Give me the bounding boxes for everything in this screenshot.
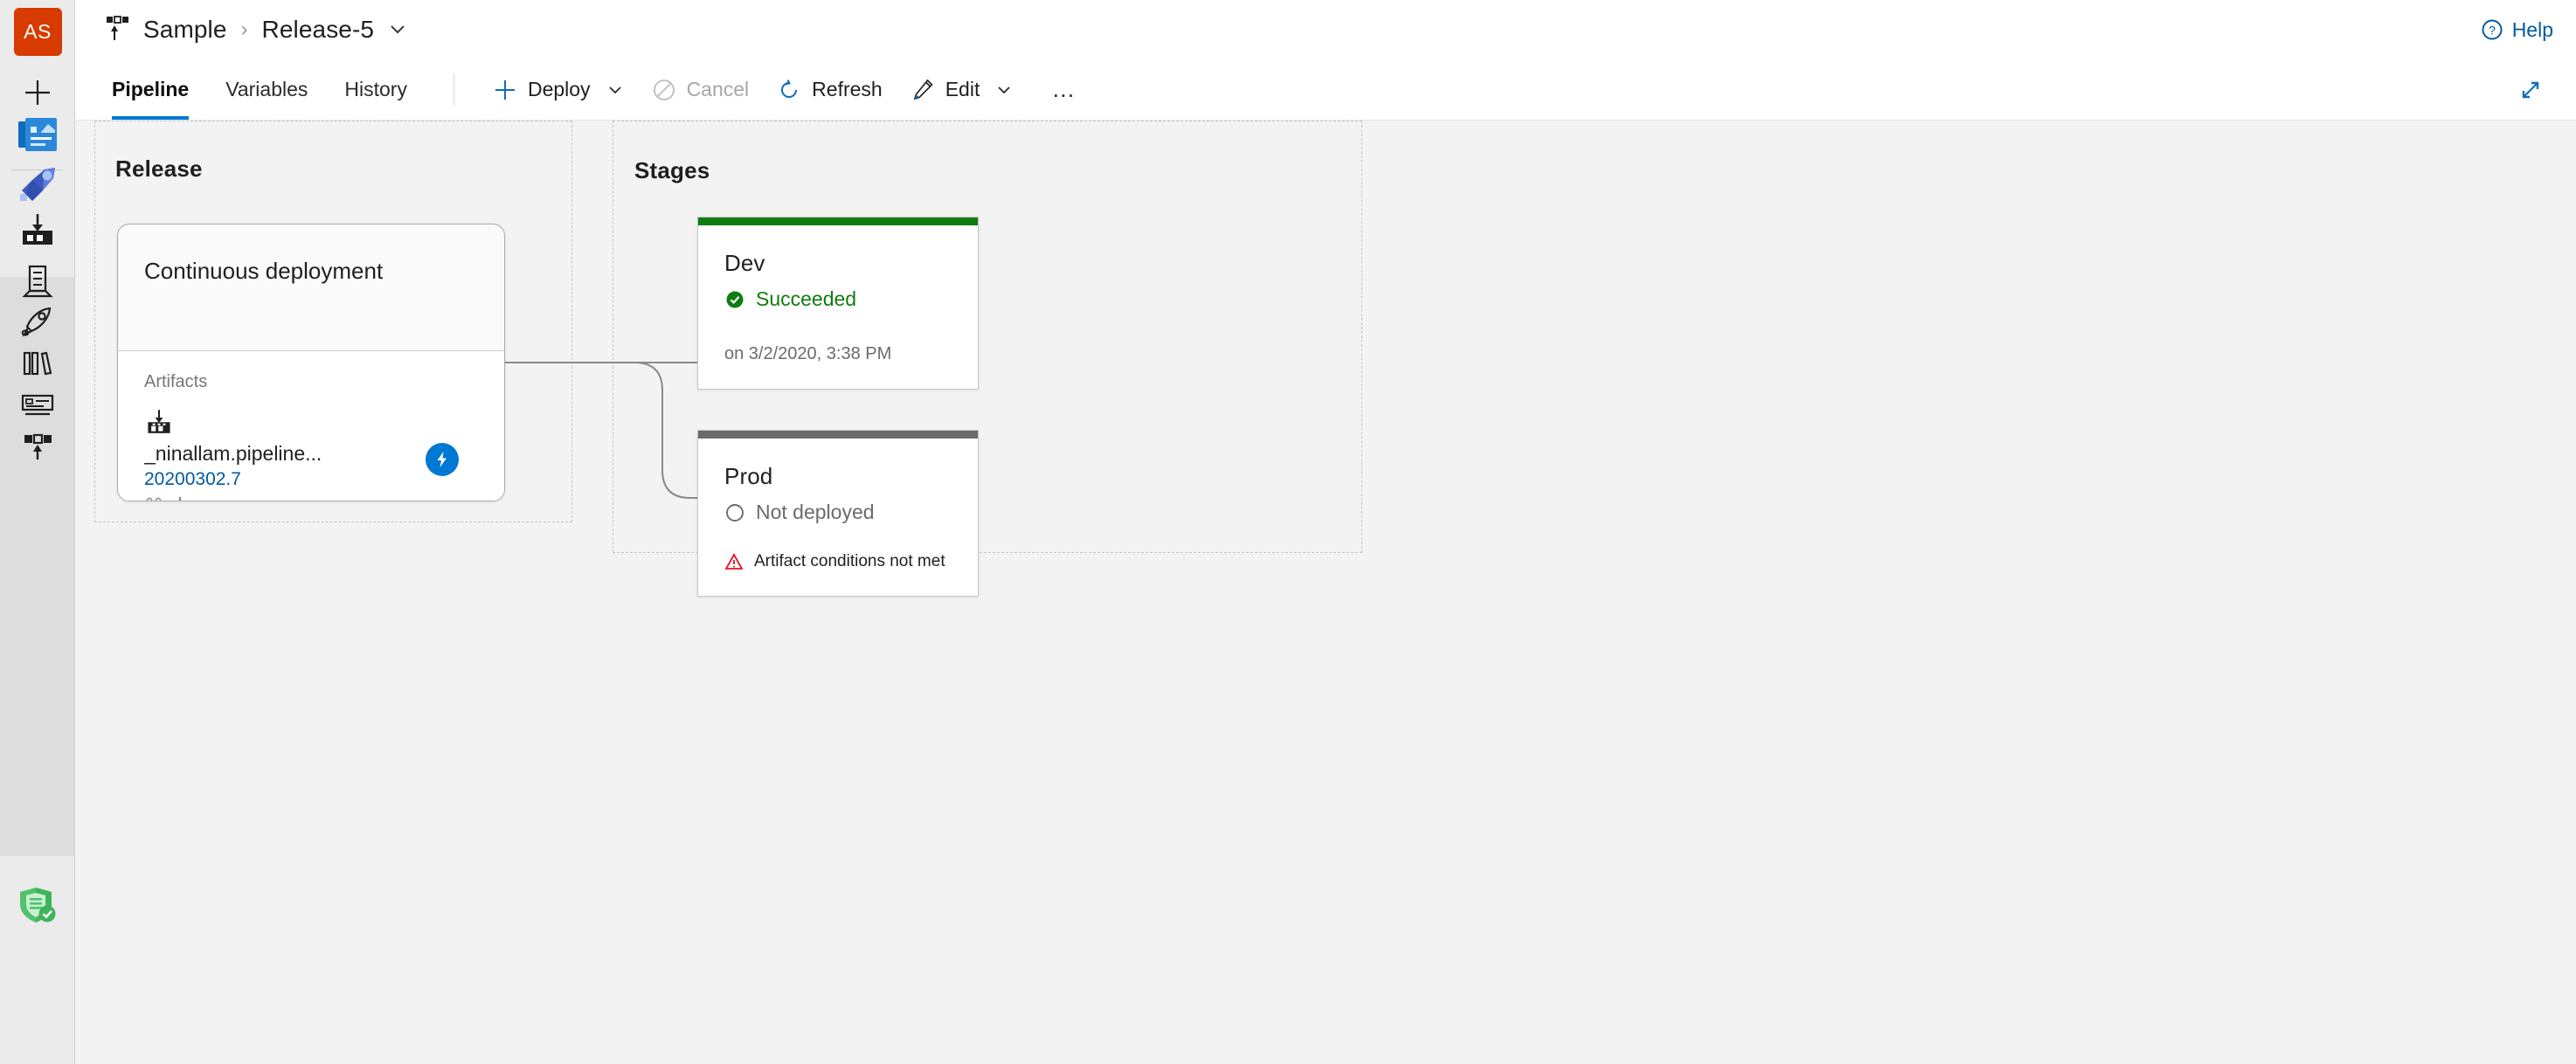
help-link[interactable]: ? Help — [2481, 18, 2553, 42]
stage-status-bar — [698, 218, 978, 225]
svg-text:?: ? — [2489, 24, 2496, 38]
deploy-dropdown-caret[interactable] — [606, 81, 624, 99]
main-column: Sample › Release-5 ? Help Pipeline Varia… — [75, 0, 2576, 1064]
page-header: Sample › Release-5 ? Help — [75, 0, 2576, 59]
release-group-title: Release — [115, 155, 203, 182]
fullscreen-toggle-button[interactable] — [2508, 59, 2553, 120]
tab-pipeline[interactable]: Pipeline — [101, 59, 207, 120]
tab-history-label: History — [344, 78, 407, 100]
cancel-button[interactable]: Cancel — [638, 59, 764, 120]
deployment-groups-icon — [24, 433, 52, 459]
stage-prod-status-label: Not deployed — [756, 501, 875, 523]
chevron-down-icon — [998, 86, 1010, 93]
release-trigger-title: Continuous deployment — [118, 225, 504, 351]
stage-prod-name: Prod — [724, 463, 773, 489]
stage-status-bar — [698, 431, 978, 439]
stage-dev-name: Dev — [724, 250, 765, 276]
artifact-branch-row: dev — [144, 495, 478, 501]
tab-list: Pipeline Variables History — [101, 59, 426, 120]
pencil-edit-icon — [913, 79, 933, 100]
refresh-icon — [781, 79, 798, 98]
sidebar-item-security[interactable] — [0, 874, 75, 936]
continuous-deployment-trigger-badge[interactable] — [426, 443, 459, 476]
tab-pipeline-label: Pipeline — [112, 78, 190, 100]
toolbar: Pipeline Variables History Deploy Cancel… — [75, 59, 2576, 121]
expand-diagonal-icon — [2522, 81, 2539, 98]
stage-prod-status-row: Not deployed — [724, 501, 952, 524]
stage-dev-timestamp: on 3/2/2020, 3:38 PM — [724, 344, 892, 363]
organization-avatar[interactable]: AS — [0, 0, 75, 63]
stage-card-dev[interactable]: Dev Succeeded on 3/2/2020, 3:38 PM — [697, 217, 979, 390]
release-pipeline-icon — [101, 12, 136, 47]
breadcrumb-separator: › — [240, 17, 248, 41]
app-root: AS Sample › Release-5 ? Help Pipeline Va… — [0, 0, 2576, 1064]
pipeline-canvas: Release Stages Continuous deployment Art… — [75, 121, 2576, 1064]
edit-label: Edit — [945, 78, 980, 100]
stage-dev-body: Dev Succeeded on 3/2/2020, 3:38 PM — [698, 225, 978, 389]
deploy-label: Deploy — [527, 78, 591, 100]
tab-history[interactable]: History — [326, 59, 426, 120]
stage-dev-status-label: Succeeded — [756, 287, 857, 310]
stage-prod-body: Prod Not deployed Artifact conditions no… — [698, 439, 978, 596]
artifact-name[interactable]: _ninallam.pipeline... — [144, 441, 415, 466]
stage-prod-warning-label: Artifact conditions not met — [754, 552, 945, 570]
warning-triangle-icon — [724, 553, 744, 570]
artifact-download-icon — [148, 410, 170, 433]
stage-prod-warning-row: Artifact conditions not met — [724, 552, 952, 571]
not-deployed-circle-icon — [726, 503, 744, 522]
artifact-download-icon — [23, 214, 52, 245]
deploy-button[interactable]: Deploy — [479, 59, 638, 120]
release-dropdown-button[interactable] — [388, 20, 407, 39]
artifact-download-icon-wrap — [144, 404, 478, 438]
tab-variables-label: Variables — [225, 78, 308, 100]
artifact-branch-name: dev — [172, 495, 200, 501]
stage-dev-status-row: Succeeded — [724, 287, 952, 311]
success-check-icon — [726, 291, 744, 307]
lightning-bolt-icon — [437, 452, 447, 467]
chevron-down-icon — [391, 25, 405, 34]
global-nav-rail: AS — [0, 0, 75, 1064]
toolbar-actions: Deploy Cancel Refresh Edit … — [479, 59, 1094, 120]
security-shield-icon — [20, 888, 56, 922]
cancel-icon — [653, 79, 675, 100]
chevron-down-icon — [608, 86, 621, 93]
help-circle-icon: ? — [2482, 19, 2503, 40]
plus-icon — [495, 79, 515, 100]
stages-group-title: Stages — [634, 157, 710, 183]
stage-card-prod[interactable]: Prod Not deployed Artifact conditions no… — [697, 430, 979, 597]
sidebar-item-deployment-groups[interactable] — [0, 416, 75, 479]
tab-variables[interactable]: Variables — [207, 59, 326, 120]
edit-button[interactable]: Edit — [897, 59, 1028, 120]
breadcrumb-project[interactable]: Sample — [143, 16, 227, 44]
breadcrumb: Sample › Release-5 — [101, 12, 407, 47]
breadcrumb-release[interactable]: Release-5 — [262, 16, 375, 44]
refresh-label: Refresh — [812, 78, 883, 100]
help-label: Help — [2511, 17, 2553, 41]
azure-boards-icon — [18, 118, 57, 151]
more-actions-button[interactable]: … — [1034, 76, 1094, 103]
artifacts-label: Artifacts — [144, 372, 208, 391]
release-artifact-body: Artifacts _ninallam.pipeline... 20200302… — [118, 351, 504, 501]
artifact-version[interactable]: 20200302.7 — [144, 466, 478, 492]
cancel-label: Cancel — [686, 78, 750, 100]
release-artifact-card[interactable]: Continuous deployment Artifacts _ninalla… — [117, 224, 505, 501]
branch-icon — [146, 497, 162, 501]
avatar: AS — [13, 7, 62, 56]
edit-dropdown-caret[interactable] — [995, 81, 1013, 99]
artifact-item[interactable]: _ninallam.pipeline... 20200302.7 dev — [144, 404, 478, 501]
refresh-button[interactable]: Refresh — [763, 59, 897, 120]
